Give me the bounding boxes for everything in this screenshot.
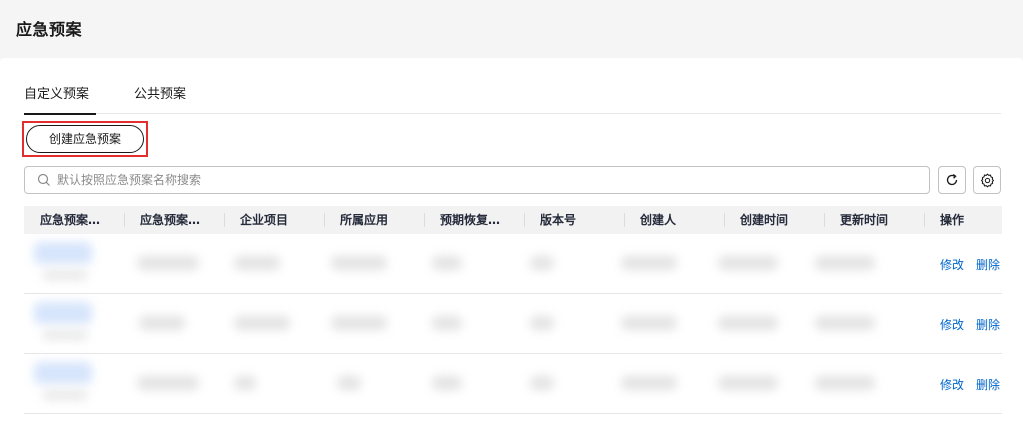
delete-link[interactable]: 删除	[976, 316, 1000, 333]
row-actions: 修改 删除	[940, 294, 1000, 354]
edit-link[interactable]: 修改	[940, 316, 964, 333]
delete-link[interactable]: 删除	[976, 376, 1000, 393]
delete-link[interactable]: 删除	[976, 256, 1000, 273]
edit-link[interactable]: 修改	[940, 256, 964, 273]
search-box[interactable]	[24, 166, 930, 194]
page-title: 应急预案	[16, 20, 83, 39]
column-header-version[interactable]: 版本号	[524, 206, 624, 234]
search-input[interactable]	[57, 173, 877, 187]
settings-button[interactable]	[973, 166, 1001, 194]
table-header: 应急预案… 应急预案… 企业项目 所属应用 预期恢复… 版本号 创建人 创建时间…	[24, 206, 1002, 234]
column-header-creator[interactable]: 创建人	[624, 206, 724, 234]
refresh-icon	[946, 174, 958, 186]
edit-link[interactable]: 修改	[940, 376, 964, 393]
create-plan-button[interactable]: 创建应急预案	[26, 125, 144, 153]
redacted-cells	[32, 354, 904, 414]
table-row: 修改 删除	[24, 294, 1002, 354]
page-header: 应急预案	[0, 0, 1023, 58]
column-header-plan-name[interactable]: 应急预案…	[24, 206, 124, 234]
column-header-created-time[interactable]: 创建时间	[724, 206, 824, 234]
redacted-cells	[32, 294, 904, 354]
table-row: 修改 删除	[24, 354, 1002, 414]
column-header-expected-recovery[interactable]: 预期恢复…	[424, 206, 524, 234]
column-header-actions: 操作	[924, 206, 1002, 234]
table-row: 修改 删除	[24, 234, 1002, 294]
column-header-updated-time[interactable]: 更新时间	[824, 206, 924, 234]
column-header-application[interactable]: 所属应用	[324, 206, 424, 234]
column-header-plan-type[interactable]: 应急预案…	[124, 206, 224, 234]
row-actions: 修改 删除	[940, 234, 1000, 294]
refresh-button[interactable]	[938, 166, 966, 194]
row-actions: 修改 删除	[940, 354, 1000, 414]
tab-custom-plans[interactable]: 自定义预案	[24, 86, 96, 115]
search-icon	[37, 173, 50, 186]
tab-bar: 自定义预案 公共预案	[24, 86, 1001, 115]
tab-public-plans[interactable]: 公共预案	[134, 86, 194, 114]
gear-icon	[980, 173, 994, 187]
redacted-cells	[32, 234, 904, 294]
column-header-enterprise-project[interactable]: 企业项目	[224, 206, 324, 234]
content-card: 自定义预案 公共预案 创建应急预案 应急预案… 应急预案… 企业项目 所属应用 …	[0, 58, 1023, 425]
